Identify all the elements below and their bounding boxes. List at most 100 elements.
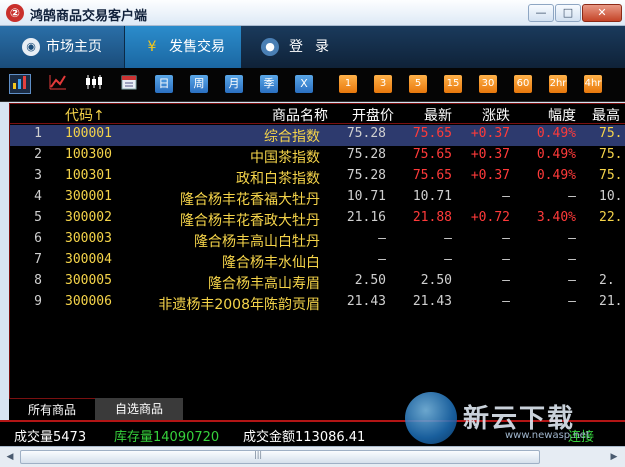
open-price: —: [378, 252, 386, 267]
table-row[interactable]: 5 300002 隆合杨丰花香政大牡丹 21.16 21.88 +0.72 3.40% 22.: [10, 209, 625, 230]
open-price: 21.43: [346, 294, 386, 309]
chart-toolbar: 日 周 月 季 X 1 3 5 15 30 60 2hr 4hr: [0, 68, 625, 102]
scroll-thumb[interactable]: [20, 450, 540, 464]
col-high-header[interactable]: 最高: [592, 105, 620, 125]
product-name: 隆合杨丰高山寿眉: [208, 276, 320, 292]
col-change-header[interactable]: 涨跌: [482, 105, 510, 125]
product-code: 300002: [65, 210, 112, 225]
price-change: +0.37: [470, 147, 510, 162]
open-price: 10.71: [346, 189, 386, 204]
last-price: 75.65: [412, 147, 452, 162]
high-price: 2.: [599, 273, 615, 288]
col-open-header[interactable]: 开盘价: [352, 105, 394, 125]
period-5min-button[interactable]: 5: [409, 75, 427, 93]
row-number: 6: [34, 231, 42, 246]
col-last-header[interactable]: 最新: [424, 105, 452, 125]
product-code: 300005: [65, 273, 112, 288]
candlestick-icon[interactable]: [83, 74, 105, 94]
watermark: 新云下载 www.newasp.net: [405, 392, 625, 444]
period-15min-button[interactable]: 15: [444, 75, 462, 93]
bar-chart-icon[interactable]: [9, 74, 31, 94]
last-price: —: [444, 231, 452, 246]
globe-icon: ◉: [22, 38, 40, 56]
open-price: —: [378, 231, 386, 246]
table-row[interactable]: 4 300001 隆合杨丰花香福大牡丹 10.71 10.71 — — 10.: [10, 188, 625, 209]
price-change: —: [502, 231, 510, 246]
scroll-left-icon[interactable]: ◀: [2, 449, 18, 465]
amplitude: —: [568, 252, 576, 267]
amplitude: 0.49%: [536, 168, 576, 183]
period-x-button[interactable]: X: [295, 75, 313, 93]
price-change: —: [502, 294, 510, 309]
col-amplitude-header[interactable]: 幅度: [548, 105, 576, 125]
table-row[interactable]: 9 300006 非遗杨丰2008年陈韵贡眉 21.43 21.43 — — 21.: [10, 293, 625, 314]
table-row[interactable]: 2 100300 中国茶指数 75.28 75.65 +0.37 0.49% 75.: [10, 146, 625, 167]
title-bar: ② 鸿鹄商品交易客户端 — □ ✕: [0, 0, 625, 26]
tab-login[interactable]: ● 登录: [241, 26, 351, 68]
period-60min-button[interactable]: 60: [514, 75, 532, 93]
minimize-button[interactable]: —: [528, 4, 554, 22]
product-name: 非遗杨丰2008年陈韵贡眉: [158, 297, 320, 313]
period-quarter-button[interactable]: 季: [260, 75, 278, 93]
product-code: 300004: [65, 252, 112, 267]
status-stock: 库存量14090720: [114, 430, 220, 445]
amplitude: —: [568, 231, 576, 246]
price-change: —: [502, 252, 510, 267]
scroll-right-icon[interactable]: ▶: [606, 449, 622, 465]
calendar-icon[interactable]: [118, 74, 140, 94]
table-row[interactable]: 7 300004 隆合杨丰水仙白 — — — —: [10, 251, 625, 272]
scroll-grip-icon: |||: [254, 450, 263, 459]
col-name-header[interactable]: 商品名称: [272, 105, 328, 125]
tab-all-products[interactable]: 所有商品: [9, 398, 95, 420]
price-change: +0.37: [470, 168, 510, 183]
last-price: 75.65: [412, 126, 452, 141]
period-week-button[interactable]: 周: [190, 75, 208, 93]
row-number: 3: [34, 168, 42, 183]
period-1min-button[interactable]: 1: [339, 75, 357, 93]
open-price: 75.28: [346, 168, 386, 183]
product-name: 中国茶指数: [250, 150, 320, 166]
last-price: —: [444, 252, 452, 267]
product-code: 100300: [65, 147, 112, 162]
last-price: 2.50: [420, 273, 452, 288]
amplitude: —: [568, 273, 576, 288]
horizontal-scrollbar[interactable]: ◀ ||| ▶: [0, 446, 625, 467]
last-price: 21.43: [412, 294, 452, 309]
table-row[interactable]: 3 100301 政和白茶指数 75.28 75.65 +0.37 0.49% 75.: [10, 167, 625, 188]
row-number: 4: [34, 189, 42, 204]
amplitude: 0.49%: [536, 147, 576, 162]
amplitude: 0.49%: [536, 126, 576, 141]
tab-sale-trading-label: 发售交易: [169, 39, 225, 55]
tab-market-home[interactable]: ◉ 市场主页: [0, 26, 125, 68]
high-price: 75.: [599, 126, 623, 141]
period-30min-button[interactable]: 30: [479, 75, 497, 93]
maximize-button[interactable]: □: [555, 4, 581, 22]
open-price: 75.28: [346, 126, 386, 141]
tab-market-home-label: 市场主页: [46, 39, 102, 55]
period-4hr-button[interactable]: 4hr: [584, 75, 602, 93]
period-day-button[interactable]: 日: [155, 75, 173, 93]
close-button[interactable]: ✕: [582, 4, 622, 22]
period-2hr-button[interactable]: 2hr: [549, 75, 567, 93]
line-chart-icon[interactable]: [47, 74, 69, 94]
product-name: 隆合杨丰水仙白: [222, 255, 320, 271]
table-row[interactable]: 8 300005 隆合杨丰高山寿眉 2.50 2.50 — — 2.: [10, 272, 625, 293]
table-row[interactable]: 1 100001 综合指数 75.28 75.65 +0.37 0.49% 75.: [10, 125, 625, 146]
high-price: 22.: [599, 210, 623, 225]
price-change: +0.37: [470, 126, 510, 141]
price-change: —: [502, 189, 510, 204]
row-number: 7: [34, 252, 42, 267]
amplitude: —: [568, 189, 576, 204]
product-name: 综合指数: [264, 129, 320, 145]
col-code-header[interactable]: 代码↑: [65, 105, 105, 125]
product-name: 隆合杨丰花香福大牡丹: [180, 192, 320, 208]
row-number: 1: [34, 126, 42, 141]
period-3min-button[interactable]: 3: [374, 75, 392, 93]
table-row[interactable]: 6 300003 隆合杨丰高山白牡丹 — — — —: [10, 230, 625, 251]
tab-watchlist[interactable]: 自选商品: [95, 398, 183, 420]
status-volume: 成交量5473: [14, 430, 87, 445]
product-code: 300001: [65, 189, 112, 204]
tab-sale-trading[interactable]: ¥ 发售交易: [125, 26, 241, 68]
product-code: 300006: [65, 294, 112, 309]
period-month-button[interactable]: 月: [225, 75, 243, 93]
